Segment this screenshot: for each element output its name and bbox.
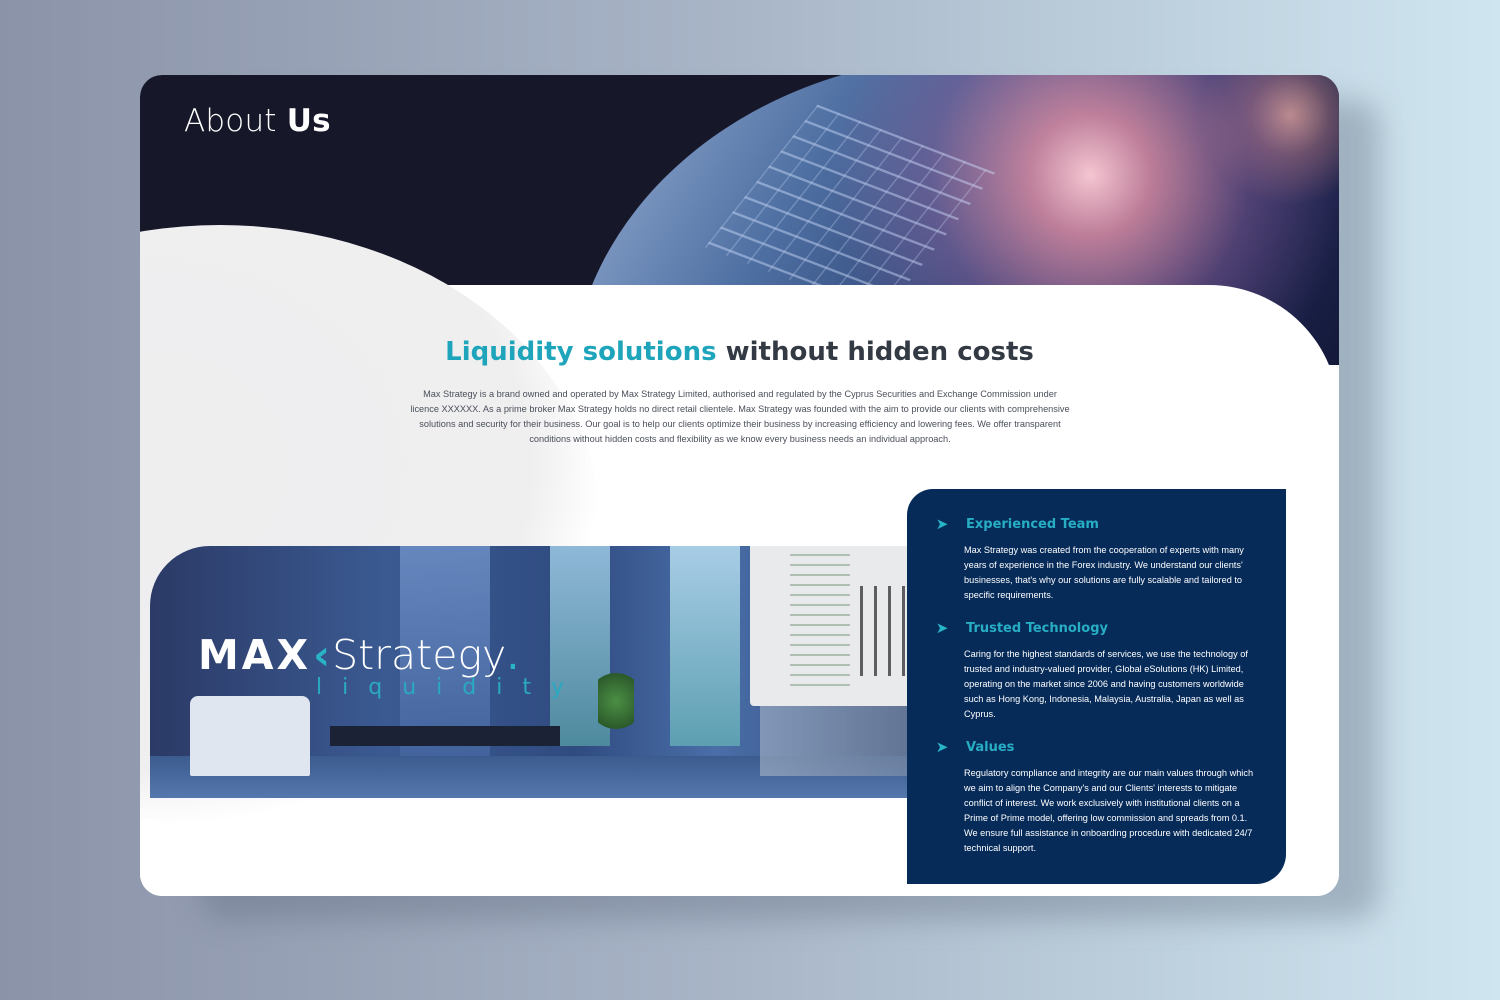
logo-max: MAX (198, 631, 312, 679)
logo-wordmark: MAX‹Strategy. (198, 631, 584, 679)
section-title-accent: Liquidity solutions (445, 337, 717, 367)
feature-header: ➤ Values (931, 738, 1261, 756)
arrow-right-icon: ➤ (935, 516, 949, 533)
section-title-rest: without hidden costs (725, 337, 1034, 367)
logo-mark: ‹ (313, 631, 331, 679)
window-shape (670, 546, 740, 746)
features-panel: ➤ Experienced Team Max Strategy was crea… (907, 489, 1286, 884)
feature-title: Trusted Technology (966, 620, 1108, 636)
logo-liquidity: liquidity (316, 675, 584, 700)
feature-values: ➤ Values Regulatory compliance and integ… (931, 738, 1261, 856)
about-us-card: About Us Liquidity solutions without hid… (140, 75, 1339, 896)
section-title: Liquidity solutions without hidden costs (140, 337, 1339, 367)
feature-header: ➤ Trusted Technology (931, 619, 1261, 637)
feature-text: Regulatory compliance and integrity are … (964, 768, 1254, 853)
page-title: About Us (184, 103, 331, 139)
table-shape (330, 726, 560, 746)
feature-text: Caring for the highest standards of serv… (964, 649, 1248, 719)
arrow-right-icon: ➤ (935, 620, 949, 637)
page-title-light: About (184, 103, 277, 139)
feature-trusted-technology: ➤ Trusted Technology Caring for the high… (931, 619, 1261, 722)
arrow-right-icon: ➤ (935, 739, 949, 756)
sofa-shape (190, 696, 310, 776)
feature-text: Max Strategy was created from the cooper… (964, 545, 1244, 600)
monitor-table-shape (790, 554, 850, 694)
intro-paragraph: Max Strategy is a brand owned and operat… (410, 389, 1070, 444)
max-strategy-logo: MAX‹Strategy. liquidity (198, 631, 584, 700)
feature-title: Experienced Team (966, 516, 1099, 532)
page-title-bold: Us (286, 103, 331, 139)
feature-experienced-team: ➤ Experienced Team Max Strategy was crea… (931, 515, 1261, 603)
logo-dot: . (506, 631, 520, 679)
plant-shape (598, 666, 634, 736)
feature-title: Values (966, 739, 1015, 755)
logo-strategy: Strategy (332, 631, 507, 679)
feature-header: ➤ Experienced Team (931, 515, 1261, 533)
